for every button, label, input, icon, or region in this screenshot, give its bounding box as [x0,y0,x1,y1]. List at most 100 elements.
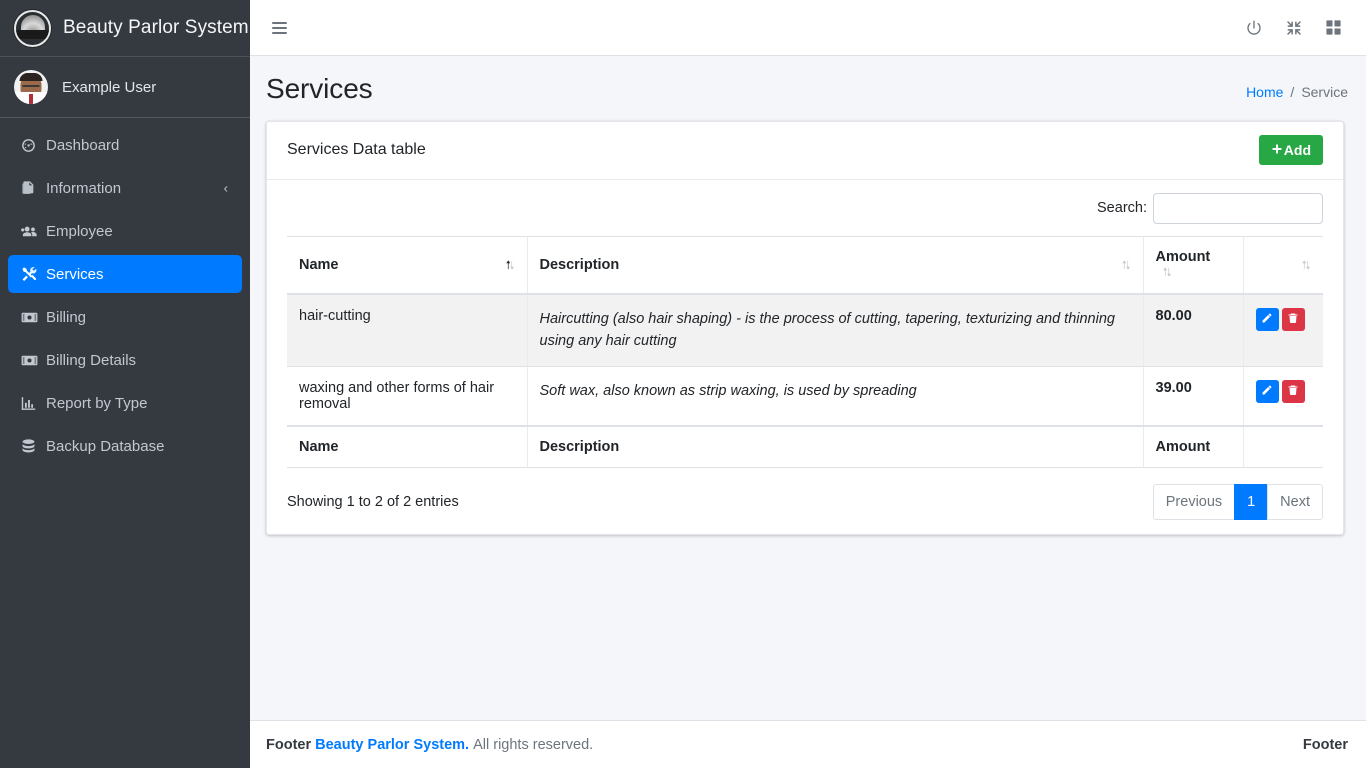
search-row: Search: [287,193,1323,224]
cell-actions [1243,366,1323,426]
column-label: Name [299,257,339,273]
users-icon [20,222,46,241]
table-bottom: Showing 1 to 2 of 2 entries Previous 1 N… [287,468,1323,520]
sidebar-item-label: Backup Database [46,438,164,455]
table-header-row: Name Description [287,236,1323,294]
cell-amount: 39.00 [1143,366,1243,426]
top-navbar [250,0,1366,56]
add-button-label: Add [1284,143,1311,157]
delete-button[interactable] [1282,308,1305,331]
sidebar-item-label: Employee [46,223,113,240]
sidebar-item-label: Services [46,266,104,283]
column-header-name[interactable]: Name [287,236,527,294]
services-table: Name Description [287,236,1323,468]
sidebar-item-backup-database[interactable]: Backup Database [8,427,242,465]
sidebar-item-billing[interactable]: Billing [8,298,242,336]
sidebar-item-dashboard[interactable]: Dashboard [8,126,242,164]
salon-logo-icon [14,10,51,47]
column-header-amount[interactable]: Amount [1143,236,1243,294]
content-header: Services Home / Service [250,56,1366,116]
sidebar-nav: Dashboard Information ‹ Employee [0,118,250,465]
footer-prefix: Footer [266,737,311,753]
user-panel[interactable]: Example User [0,57,250,118]
sidebar-item-employee[interactable]: Employee [8,212,242,250]
user-name: Example User [62,79,156,96]
card-title: Services Data table [287,141,426,159]
sidebar-item-information[interactable]: Information ‹ [8,169,242,207]
copy-files-icon [20,180,46,196]
footer-rights: All rights reserved. [473,737,593,753]
footer-column-name: Name [287,426,527,468]
sidebar-item-label: Billing [46,309,86,326]
table-info: Showing 1 to 2 of 2 entries [287,494,459,510]
breadcrumb-home[interactable]: Home [1246,84,1283,100]
main-footer: Footer Beauty Parlor System. All rights … [250,720,1366,768]
sidebar-item-label: Billing Details [46,352,136,369]
edit-button[interactable] [1256,308,1279,331]
tachometer-icon [20,137,46,154]
table-head: Name Description [287,236,1323,294]
column-label: Description [540,257,620,273]
sort-icon [1119,258,1133,272]
search-input[interactable] [1153,193,1323,224]
money-bill-icon [20,308,46,327]
page-title: Services [266,72,373,106]
th-large-grid-icon[interactable] [1325,19,1342,36]
cell-description: Haircutting (also hair shaping) - is the… [527,294,1143,366]
cell-actions [1243,294,1323,366]
column-header-actions[interactable] [1243,236,1323,294]
topnav-actions [1245,19,1348,37]
table-footer-row: Name Description Amount [287,426,1323,468]
plus-icon [1271,143,1283,157]
chevron-left-icon[interactable]: ‹ [224,181,228,196]
services-card: Services Data table Add Search: [266,121,1344,535]
sidebar-item-label: Information [46,180,121,197]
add-button[interactable]: Add [1259,135,1323,165]
search-label: Search: [1097,200,1147,216]
power-off-icon[interactable] [1245,19,1263,37]
compress-arrows-icon[interactable] [1285,19,1303,37]
brand-title: Beauty Parlor System [63,17,249,39]
sidebar-item-billing-details[interactable]: Billing Details [8,341,242,379]
brand-link[interactable]: Beauty Parlor System [0,0,250,57]
pencil-edit-icon [1261,312,1273,327]
breadcrumb: Home / Service [1246,72,1348,100]
sidebar-item-label: Report by Type [46,395,147,412]
sort-icon [1160,265,1174,279]
pagination-next[interactable]: Next [1267,484,1323,520]
pagination-previous[interactable]: Previous [1153,484,1235,520]
cell-description: Soft wax, also known as strip waxing, is… [527,366,1143,426]
pagination: Previous 1 Next [1153,484,1323,520]
card-body: Search: Name [267,180,1343,534]
breadcrumb-current: Service [1301,84,1348,100]
cell-name: waxing and other forms of hair removal [287,366,527,426]
pagination-page-1[interactable]: 1 [1234,484,1268,520]
breadcrumb-separator: / [1290,84,1294,100]
table-row: waxing and other forms of hair removal S… [287,366,1323,426]
money-bill-icon [20,351,46,370]
sidebar-item-label: Dashboard [46,137,119,154]
sidebar-item-services[interactable]: Services [8,255,242,293]
column-header-description[interactable]: Description [527,236,1143,294]
hamburger-icon[interactable] [268,16,291,40]
sidebar-item-report-by-type[interactable]: Report by Type [8,384,242,422]
footer-column-amount: Amount [1143,426,1243,468]
cell-amount: 80.00 [1143,294,1243,366]
chart-bar-icon [20,395,46,412]
card-header: Services Data table Add [267,122,1343,180]
edit-button[interactable] [1256,380,1279,403]
tools-icon [20,265,46,283]
footer-column-description: Description [527,426,1143,468]
sidebar: Beauty Parlor System Example User Dashbo… [0,0,250,768]
main-wrapper: Services Home / Service Services Data ta… [250,0,1366,768]
table-foot: Name Description Amount [287,426,1323,468]
pencil-edit-icon [1261,384,1273,399]
cell-name: hair-cutting [287,294,527,366]
sort-icon [1299,258,1313,272]
trash-delete-icon [1287,384,1299,399]
sort-icon [503,258,517,272]
footer-column-actions [1243,426,1323,468]
table-row: hair-cutting Haircutting (also hair shap… [287,294,1323,366]
delete-button[interactable] [1282,380,1305,403]
footer-link[interactable]: Beauty Parlor System. [315,737,469,753]
